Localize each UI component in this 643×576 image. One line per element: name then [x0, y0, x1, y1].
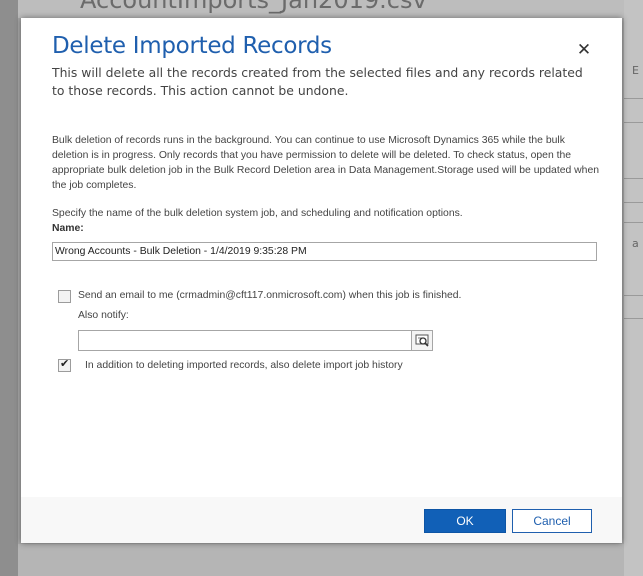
background-page-title: AccountImports_Jan2019.csv: [80, 0, 427, 14]
dialog-title: Delete Imported Records: [52, 33, 332, 59]
background-fragment-e: E: [632, 64, 639, 77]
also-notify-input[interactable]: [78, 330, 412, 351]
delete-imported-records-dialog: Delete Imported Records ✕ This will dele…: [21, 18, 622, 543]
name-input[interactable]: [52, 242, 597, 261]
lookup-icon: [415, 334, 429, 347]
background-footer: [18, 544, 624, 576]
email-me-checkbox[interactable]: [58, 290, 71, 303]
delete-history-label: In addition to deleting imported records…: [85, 360, 403, 371]
delete-history-checkbox[interactable]: ✔: [58, 357, 71, 372]
close-icon[interactable]: ✕: [574, 40, 594, 60]
specify-instructions: Specify the name of the bulk deletion sy…: [52, 208, 463, 219]
bulk-deletion-info: Bulk deletion of records runs in the bac…: [52, 135, 600, 191]
background-fragment-a: a: [632, 237, 639, 250]
dialog-subtitle: This will delete all the records created…: [52, 65, 583, 98]
cancel-button[interactable]: Cancel: [512, 509, 592, 533]
lookup-button[interactable]: [411, 330, 433, 351]
background-header: AccountImports_Jan2019.csv: [18, 0, 624, 18]
background-right-panel: E a: [624, 0, 643, 576]
checkmark-icon: ✔: [60, 357, 70, 370]
name-label: Name:: [52, 223, 84, 234]
also-notify-label: Also notify:: [78, 310, 129, 321]
email-me-label: Send an email to me (crmadmin@cft117.onm…: [78, 290, 462, 301]
background-left-panel: [0, 0, 18, 576]
ok-button[interactable]: OK: [424, 509, 506, 533]
